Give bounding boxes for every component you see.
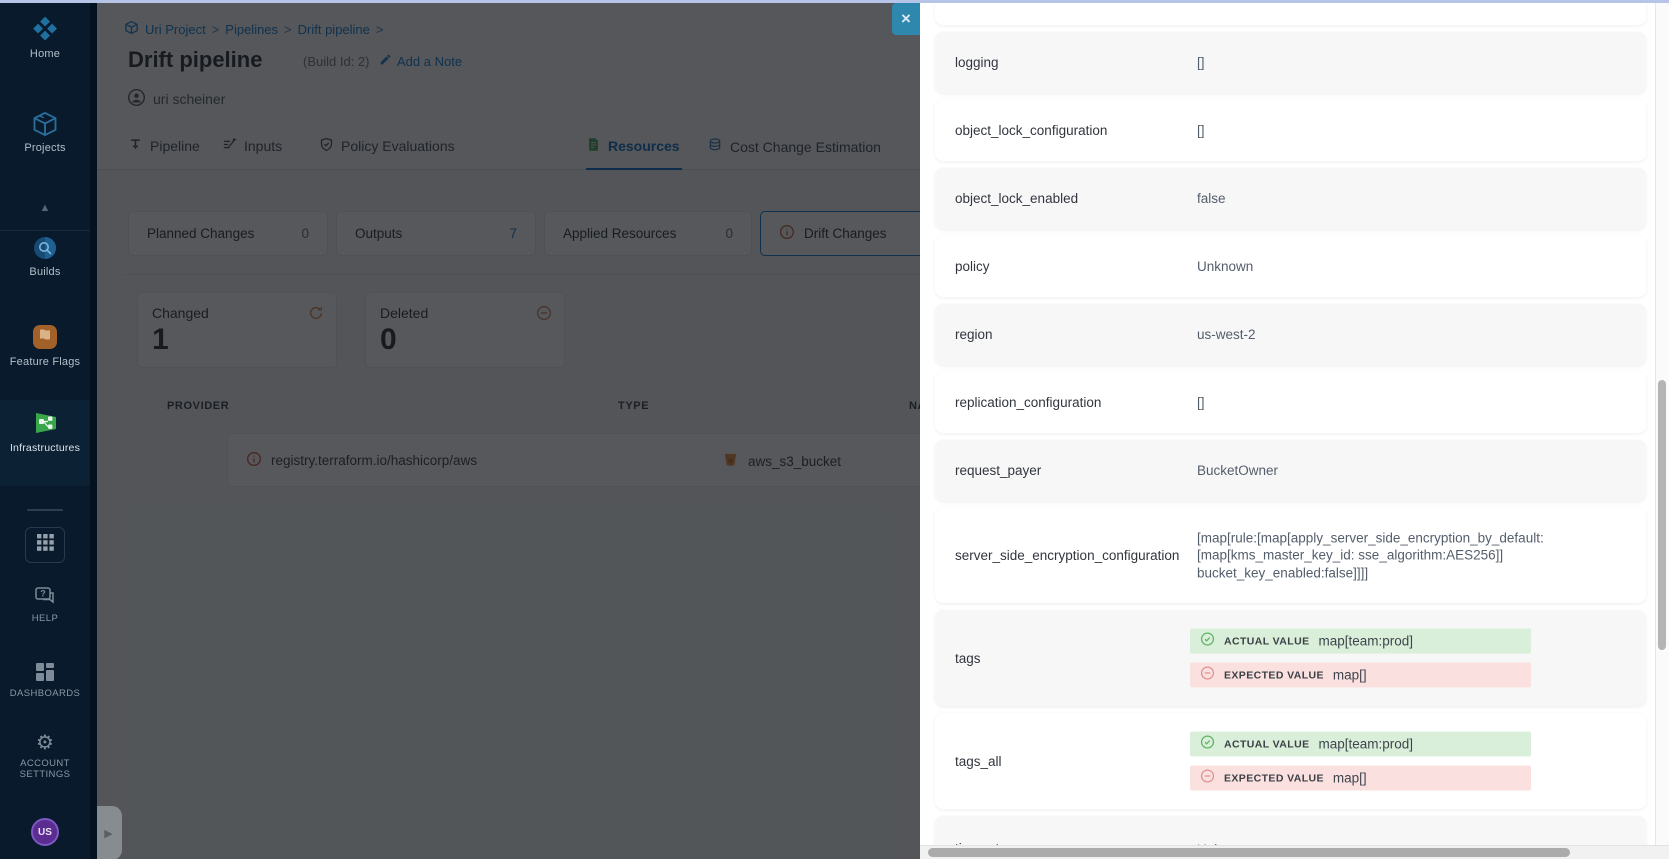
minus-circle-icon xyxy=(1200,768,1215,788)
drawer-close-button[interactable]: × xyxy=(892,3,920,35)
drawer-row: region us-west-2 xyxy=(935,304,1646,365)
sidebar-item-projects[interactable]: Projects xyxy=(0,110,90,154)
attribute-value: [] xyxy=(1197,122,1597,140)
home-icon xyxy=(0,16,90,44)
sidebar-item-dashboards[interactable]: DASHBOARDS xyxy=(0,660,90,699)
expected-value-badge: EXPECTED VALUE map[] xyxy=(1190,663,1531,688)
sidebar-item-infrastructures[interactable]: Infrastructures xyxy=(0,408,90,454)
attribute-value: false xyxy=(1197,190,1597,208)
chevron-right-icon: ▶ xyxy=(104,827,112,840)
attribute-key: tags xyxy=(935,651,1177,666)
actual-value-badge: ACTUAL VALUE map[team:prod] xyxy=(1190,732,1531,757)
sidebar-item-label: Feature Flags xyxy=(0,356,90,368)
expected-value-badge: EXPECTED VALUE map[] xyxy=(1190,766,1531,791)
attribute-value: [] xyxy=(1197,394,1597,412)
builds-icon xyxy=(0,234,90,262)
panel-expand-handle[interactable]: ▶ xyxy=(95,806,122,859)
close-icon: × xyxy=(901,9,911,29)
sidebar-divider xyxy=(27,509,63,511)
flag-icon xyxy=(0,322,90,352)
sidebar-divider xyxy=(0,230,90,231)
horizontal-scrollbar-thumb[interactable] xyxy=(928,848,1570,857)
sidebar-item-label: Projects xyxy=(0,142,90,154)
sidebar-item-label: Home xyxy=(0,48,90,60)
modal-scrim[interactable] xyxy=(97,3,920,859)
sidebar-item-label: Builds xyxy=(0,266,90,278)
grid-icon xyxy=(37,534,54,556)
sidebar-item-label: SETTINGS xyxy=(0,769,90,780)
help-chat-icon: ? xyxy=(0,583,90,609)
cube-icon xyxy=(0,110,90,138)
attribute-key: region xyxy=(935,327,1177,342)
sidebar-item-label: HELP xyxy=(0,613,90,624)
sidebar-item-home[interactable]: Home xyxy=(0,16,90,60)
vertical-scrollbar-thumb[interactable] xyxy=(1658,380,1666,650)
sidebar-item-feature-flags[interactable]: Feature Flags xyxy=(0,322,90,368)
attribute-key: server_side_encryption_configuration xyxy=(935,548,1177,563)
sidebar-item-label: DASHBOARDS xyxy=(0,688,90,699)
drawer-row: object_lock_configuration [] xyxy=(935,100,1646,161)
top-edge-strip xyxy=(0,0,1669,3)
drawer-row: server_side_encryption_configuration [ma… xyxy=(935,508,1646,603)
check-circle-icon xyxy=(1200,631,1215,651)
dashboards-icon xyxy=(0,660,90,684)
user-avatar[interactable]: US xyxy=(31,818,59,846)
drawer-row: policy Unknown xyxy=(935,236,1646,297)
sidebar-item-label: ACCOUNT xyxy=(0,758,90,769)
sidebar-item-help[interactable]: ? HELP xyxy=(0,583,90,624)
sidebar-collapse-arrow-icon[interactable]: ▲ xyxy=(0,202,90,214)
drawer-row-tags: tags ACTUAL VALUE map[team:prod] EXPECTE… xyxy=(935,610,1646,706)
attribute-key: object_lock_enabled xyxy=(935,191,1177,206)
drawer-row-tags-all: tags_all ACTUAL VALUE map[team:prod] EXP… xyxy=(935,713,1646,809)
sidebar-item-builds[interactable]: Builds xyxy=(0,234,90,278)
drawer-row: logging [] xyxy=(935,32,1646,93)
sidebar-nav: Home Projects ▲ Builds Feature Flags xyxy=(0,0,90,859)
attribute-value: BucketOwner xyxy=(1197,462,1597,480)
sidebar-edge xyxy=(90,0,97,859)
infrastructures-icon xyxy=(0,408,90,438)
svg-text:?: ? xyxy=(40,589,46,599)
attribute-key: object_lock_configuration xyxy=(935,123,1177,138)
app-window: Home Projects ▲ Builds Feature Flags xyxy=(0,0,1669,859)
actual-value-badge: ACTUAL VALUE map[team:prod] xyxy=(1190,629,1531,654)
attribute-key: policy xyxy=(935,259,1177,274)
drawer-row: object_lock_enabled false xyxy=(935,168,1646,229)
gear-icon: ⚙ xyxy=(36,732,54,754)
attribute-key: replication_configuration xyxy=(935,395,1177,410)
drawer-row: request_payer BucketOwner xyxy=(935,440,1646,501)
sidebar-item-label: Infrastructures xyxy=(0,442,90,454)
attribute-key: tags_all xyxy=(935,754,1177,769)
module-grid-button[interactable] xyxy=(25,527,65,563)
drawer-row-partial xyxy=(935,3,1646,25)
attribute-key: logging xyxy=(935,55,1177,70)
sidebar-item-account-settings[interactable]: ⚙ ACCOUNT SETTINGS xyxy=(0,733,90,780)
attribute-key: request_payer xyxy=(935,463,1177,478)
drawer-row: replication_configuration [] xyxy=(935,372,1646,433)
attribute-value: us-west-2 xyxy=(1197,326,1597,344)
attribute-value: [map[rule:[map[apply_server_side_encrypt… xyxy=(1197,529,1597,582)
minus-circle-icon xyxy=(1200,665,1215,685)
attribute-value: Unknown xyxy=(1197,258,1597,276)
drift-detail-drawer: logging [] object_lock_configuration [] … xyxy=(920,3,1655,859)
check-circle-icon xyxy=(1200,734,1215,754)
attribute-value: [] xyxy=(1197,54,1597,72)
